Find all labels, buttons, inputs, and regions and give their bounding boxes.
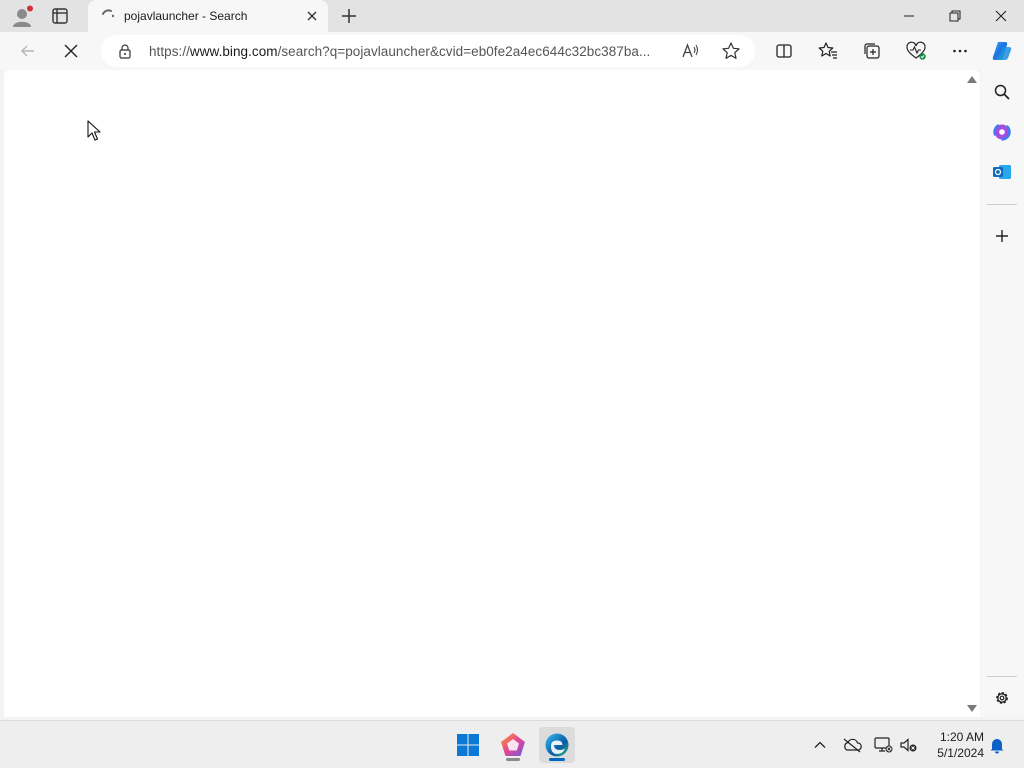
address-bar[interactable]: https://www.bing.com/search?q=pojavlaunc… — [101, 35, 755, 67]
windows-taskbar: 1:20 AM 5/1/2024 — [0, 720, 1024, 768]
url-path: /search?q=pojavlauncher&cvid=eb0fe2a4ec6… — [277, 44, 651, 59]
favorite-star-icon[interactable] — [721, 41, 741, 61]
chevron-up-icon[interactable] — [810, 735, 830, 755]
tab-actions-menu-icon[interactable] — [48, 6, 72, 26]
volume-muted-icon[interactable] — [899, 735, 919, 755]
tab-close-icon[interactable] — [304, 8, 320, 24]
url-prefix: https:// — [149, 44, 190, 59]
browser-essentials-icon[interactable] — [902, 37, 930, 65]
title-bar: pojavlauncher - Search — [0, 0, 1024, 32]
clock-time: 1:20 AM — [939, 730, 984, 744]
app-active-indicator — [549, 758, 565, 761]
new-tab-button[interactable] — [338, 6, 360, 26]
favorites-icon[interactable] — [814, 37, 842, 65]
clock-date: 5/1/2024 — [937, 746, 984, 760]
read-aloud-icon[interactable] — [681, 42, 699, 60]
profile-avatar-icon[interactable] — [10, 5, 34, 29]
browser-tab[interactable]: pojavlauncher - Search — [88, 0, 328, 32]
tab-title: pojavlauncher - Search — [124, 9, 248, 23]
add-icon[interactable] — [991, 225, 1013, 247]
close-window-button[interactable] — [978, 0, 1024, 32]
restore-button[interactable] — [932, 0, 978, 32]
taskbar-clock[interactable]: 1:20 AM 5/1/2024 — [920, 729, 984, 761]
collections-icon[interactable] — [858, 37, 886, 65]
more-icon[interactable] — [946, 37, 974, 65]
split-screen-icon[interactable] — [770, 37, 798, 65]
outlook-icon[interactable] — [991, 161, 1013, 183]
search-icon[interactable] — [991, 81, 1013, 103]
loading-spinner-icon — [100, 8, 116, 24]
mouse-pointer-icon — [87, 120, 101, 141]
sidebar-divider-bottom — [987, 676, 1017, 677]
sidebar-divider — [987, 204, 1017, 205]
settings-icon[interactable] — [991, 687, 1013, 709]
page-content-area[interactable] — [4, 70, 980, 717]
url-domain: www.bing.com — [189, 44, 278, 59]
onedrive-icon[interactable] — [842, 735, 862, 755]
network-icon[interactable] — [873, 735, 893, 755]
notification-bell-icon[interactable] — [987, 735, 1007, 755]
windows-start-icon[interactable] — [450, 727, 486, 763]
lock-icon[interactable] — [117, 43, 133, 59]
copilot-icon[interactable] — [988, 37, 1016, 65]
copilot-compose-icon[interactable] — [991, 121, 1013, 143]
scroll-up-arrow-icon[interactable] — [964, 73, 980, 85]
app-running-indicator — [506, 758, 520, 761]
app-pentagon-icon[interactable] — [495, 727, 531, 763]
minimize-button[interactable] — [886, 0, 932, 32]
edge-icon[interactable] — [539, 727, 575, 763]
browser-toolbar: https://www.bing.com/search?q=pojavlaunc… — [0, 32, 1024, 70]
address-url[interactable]: https://www.bing.com/search?q=pojavlaunc… — [149, 44, 650, 59]
scroll-down-arrow-icon[interactable] — [964, 702, 980, 714]
stop-loading-icon[interactable] — [57, 37, 85, 65]
back-icon[interactable] — [14, 37, 42, 65]
edge-sidebar — [981, 70, 1024, 717]
